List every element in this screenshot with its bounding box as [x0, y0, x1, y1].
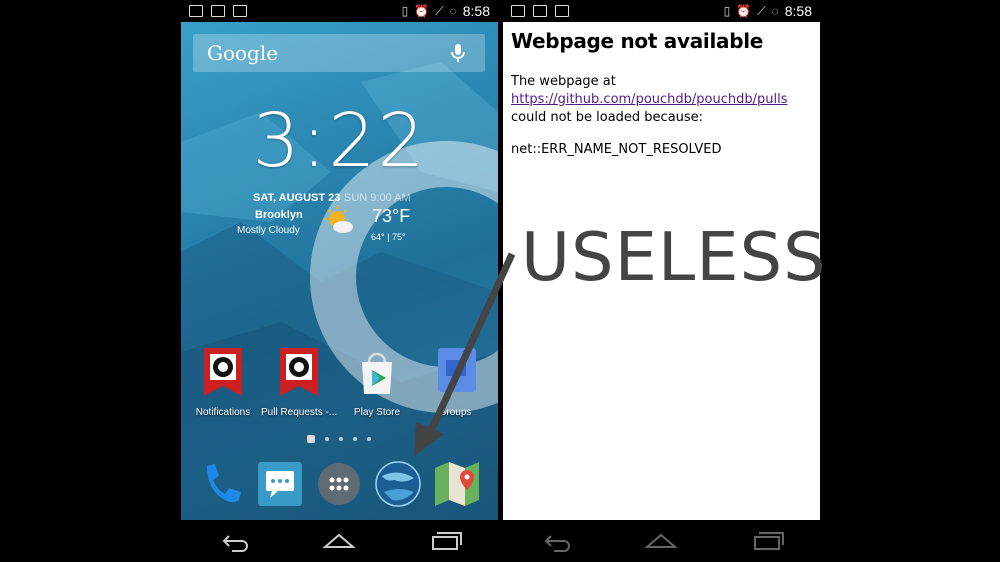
github-icon [204, 348, 242, 396]
alarm-icon: ⏰ [414, 4, 430, 18]
battery-icon: ◌ [771, 4, 779, 18]
calendar-icon [555, 5, 569, 17]
navigation-bar [503, 520, 820, 562]
vibrate-icon: ▯ [723, 4, 731, 18]
messaging-icon[interactable] [256, 460, 304, 508]
status-bar: ▯ ⏰ ⟋ ◌ 8:58 [503, 0, 820, 22]
vibrate-icon: ▯ [401, 4, 409, 18]
app-label: Pull Requests -... [261, 407, 338, 418]
github-icon [280, 348, 318, 396]
signal-icon: ⟋ [757, 4, 766, 18]
dock [181, 460, 498, 508]
weather-city: Brooklyn [255, 209, 303, 221]
next-alarm-label: SUN 9:00 AM [344, 192, 411, 204]
partly-cloudy-icon [324, 206, 353, 233]
maps-icon[interactable] [433, 460, 481, 508]
status-bar: ▯ ⏰ ⟋ ◌ 8:58 [181, 0, 498, 22]
page-dot [339, 437, 343, 441]
clock-widget[interactable]: 3:22 [181, 98, 498, 184]
error-line-1: The webpage at [511, 74, 616, 89]
back-button-icon[interactable] [214, 529, 254, 553]
error-code: net::ERR_NAME_NOT_RESOLVED [511, 142, 722, 157]
page-indicator [307, 435, 371, 443]
page-dot [307, 435, 315, 443]
alarm-icon: ⏰ [736, 4, 752, 18]
status-time: 8:58 [784, 3, 812, 19]
annotation-arrow-icon [414, 252, 516, 456]
notification-icon [511, 5, 525, 17]
navigation-bar [181, 520, 498, 562]
page-dot [353, 437, 357, 441]
recents-button-icon[interactable] [425, 529, 465, 553]
app-pull-requests[interactable]: Pull Requests -... [261, 348, 337, 418]
app-label: Notifications [195, 407, 251, 418]
battery-icon: ◌ [449, 4, 457, 18]
app-drawer-icon[interactable] [315, 460, 363, 508]
home-button-icon[interactable] [641, 529, 681, 553]
back-button-icon[interactable] [536, 529, 576, 553]
date-label: SAT, AUGUST 23 [253, 192, 341, 204]
failed-url-link[interactable]: https://github.com/pouchdb/pouchdb/pulls [511, 92, 788, 107]
image-icon [211, 5, 225, 17]
error-message: The webpage at https://github.com/pouchd… [511, 73, 812, 127]
microphone-icon[interactable] [447, 42, 469, 64]
useless-annotation: USELESS [521, 218, 827, 296]
phone-icon[interactable] [197, 460, 245, 508]
signal-icon: ⟋ [435, 4, 444, 18]
weather-condition: Mostly Cloudy [237, 225, 300, 236]
app-notifications[interactable]: Notifications [185, 348, 261, 418]
recents-button-icon[interactable] [747, 529, 787, 553]
page-dot [367, 437, 371, 441]
error-line-2: could not be loaded because: [511, 110, 704, 125]
error-title: Webpage not available [511, 29, 764, 53]
page-dot [325, 437, 329, 441]
play-store-icon [362, 352, 392, 394]
browser-globe-icon[interactable] [374, 460, 422, 508]
calendar-icon [233, 5, 247, 17]
status-time: 8:58 [462, 3, 490, 19]
google-search-bar[interactable]: Google [193, 34, 485, 72]
weather-hi-lo: 64° | 75° [371, 232, 406, 242]
notification-icon [189, 5, 203, 17]
image-icon [533, 5, 547, 17]
weather-temperature: 73°F [372, 206, 411, 226]
home-button-icon[interactable] [319, 529, 359, 553]
google-logo: Google [207, 41, 279, 65]
